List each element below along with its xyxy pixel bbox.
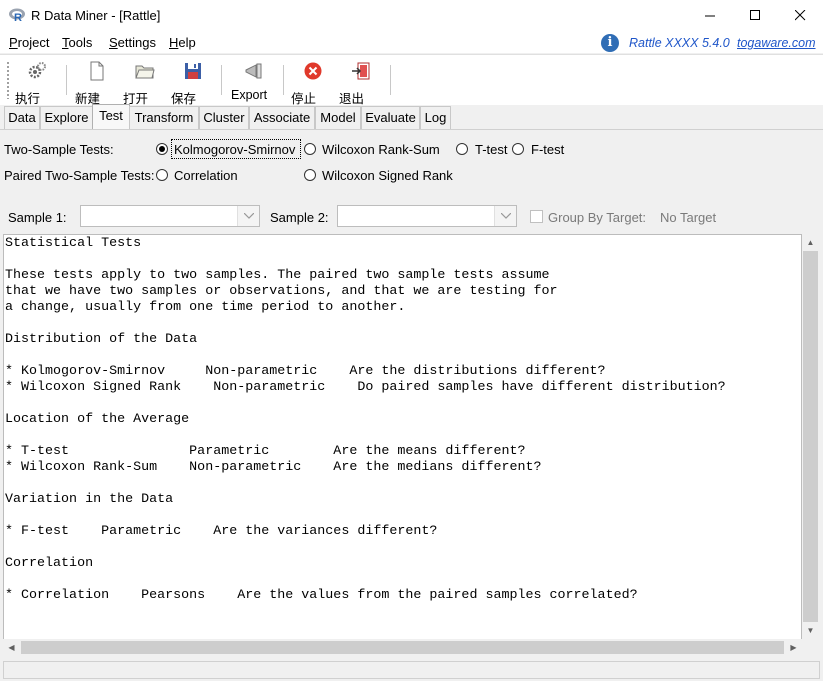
r-logo-icon: R [9, 8, 25, 23]
toolbar-separator [66, 65, 67, 95]
output-textview[interactable]: Statistical Tests These tests apply to tw… [3, 234, 802, 656]
stop-button[interactable]: 停止 [291, 60, 335, 106]
wilcoxon-signed-rank-label[interactable]: Wilcoxon Signed Rank [322, 168, 453, 183]
new-button[interactable]: 新建 [75, 60, 119, 106]
wilcoxon-rank-sum-label[interactable]: Wilcoxon Rank-Sum [322, 142, 440, 157]
toolbar-separator [221, 65, 222, 95]
maximize-icon [750, 10, 760, 20]
target-value: No Target [660, 210, 717, 225]
radio-t-test[interactable] [456, 143, 468, 155]
stop-icon [304, 62, 322, 80]
sample1-label: Sample 1: [8, 210, 67, 225]
output-line: * Correlation Pearsons Are the values fr… [5, 588, 638, 603]
output-line: * Kolmogorov-Smirnov Non-parametric Are … [5, 364, 606, 379]
rattle-version: Rattle XXXX 5.4.0 [629, 36, 730, 50]
output-line: * T-test Parametric Are the means differ… [5, 444, 526, 459]
tab-associate[interactable]: Associate [249, 106, 315, 129]
tab-model[interactable]: Model [315, 106, 361, 129]
tab-test[interactable]: Test [92, 104, 130, 130]
panel-border [0, 129, 823, 130]
quit-button[interactable]: 退出 [339, 60, 383, 106]
tab-bar: Data Explore Test Transform Cluster Asso… [0, 104, 823, 130]
tab-cluster[interactable]: Cluster [199, 106, 249, 129]
vertical-scroll-thumb[interactable] [803, 251, 818, 622]
sample1-dropdown-arrow[interactable] [237, 206, 259, 226]
tab-transform[interactable]: Transform [129, 106, 199, 129]
output-line: Location of the Average [5, 412, 190, 427]
folder-icon [135, 65, 155, 79]
scroll-down-icon[interactable]: ▼ [802, 622, 819, 639]
quit-icon [352, 62, 370, 80]
close-icon [795, 10, 806, 21]
radio-wilcoxon-signed-rank[interactable] [304, 169, 316, 181]
output-line: a change, usually from one time period t… [5, 300, 406, 315]
status-bar [3, 661, 820, 679]
output-line: * F-test Parametric Are the variances di… [5, 524, 438, 539]
horizontal-scroll-thumb[interactable] [21, 641, 784, 654]
export-label: Export [231, 88, 268, 102]
output-line: Statistical Tests [5, 236, 142, 251]
output-line: that we have two samples or observations… [5, 284, 558, 299]
menu-tools[interactable]: Tools [62, 35, 92, 50]
floppy-disk-icon [185, 63, 201, 79]
open-button[interactable]: 打开 [123, 60, 167, 106]
sample1-combo[interactable] [80, 205, 260, 227]
sample2-label: Sample 2: [270, 210, 329, 225]
toolbar: 执行 新建 打开 保存 Export 停止 退出 [0, 54, 823, 106]
correlation-label[interactable]: Correlation [174, 168, 238, 183]
kolmogorov-smirnov-label[interactable]: Kolmogorov-Smirnov [174, 142, 295, 157]
group-by-target-label: Group By Target: [548, 210, 647, 225]
window-title: R Data Miner - [Rattle] [31, 8, 161, 23]
sample2-combo[interactable] [337, 205, 517, 227]
maximize-button[interactable] [733, 0, 778, 31]
svg-text:R: R [14, 12, 22, 23]
output-line: Variation in the Data [5, 492, 174, 507]
t-test-label[interactable]: T-test [475, 142, 508, 157]
chevron-down-icon [500, 213, 511, 219]
info-icon[interactable]: i [601, 34, 619, 52]
scroll-right-icon[interactable]: ▶ [785, 639, 802, 656]
f-test-label[interactable]: F-test [531, 142, 564, 157]
radio-correlation[interactable] [156, 169, 168, 181]
export-icon [245, 63, 262, 79]
tab-log[interactable]: Log [420, 106, 451, 129]
chevron-down-icon [243, 213, 254, 219]
output-line: * Wilcoxon Signed Rank Non-parametric Do… [5, 380, 726, 395]
output-line: These tests apply to two samples. The pa… [5, 268, 550, 283]
togaware-link[interactable]: togaware.com [737, 36, 816, 50]
minimize-icon [705, 15, 715, 17]
menu-settings[interactable]: Settings [109, 35, 156, 50]
tab-evaluate[interactable]: Evaluate [361, 106, 420, 129]
tab-data[interactable]: Data [4, 106, 40, 129]
title-bar: R R Data Miner - [Rattle] [0, 0, 823, 31]
group-by-target-checkbox[interactable] [530, 210, 543, 223]
toolbar-separator [390, 65, 391, 95]
output-line: Distribution of the Data [5, 332, 198, 347]
menu-project[interactable]: Project [9, 35, 49, 50]
toolbar-separator [283, 65, 284, 95]
save-button[interactable]: 保存 [171, 60, 215, 106]
paired-tests-label: Paired Two-Sample Tests: [4, 168, 155, 183]
output-line: Correlation [5, 556, 94, 571]
execute-button[interactable]: 执行 [15, 60, 59, 106]
output-line: * Wilcoxon Rank-Sum Non-parametric Are t… [5, 460, 542, 475]
scroll-up-icon[interactable]: ▲ [802, 234, 819, 251]
gears-icon [28, 62, 46, 79]
tab-explore[interactable]: Explore [40, 106, 93, 129]
close-button[interactable] [778, 0, 823, 31]
scroll-left-icon[interactable]: ◀ [3, 639, 20, 656]
export-button[interactable]: Export [231, 60, 277, 102]
sample2-dropdown-arrow[interactable] [494, 206, 516, 226]
menu-help[interactable]: Help [169, 35, 196, 50]
minimize-button[interactable] [688, 0, 733, 31]
radio-kolmogorov-smirnov[interactable] [156, 143, 168, 155]
new-document-icon [90, 61, 104, 81]
radio-wilcoxon-rank-sum[interactable] [304, 143, 316, 155]
radio-f-test[interactable] [512, 143, 524, 155]
two-sample-label: Two-Sample Tests: [4, 142, 114, 157]
toolbar-grip [6, 61, 10, 99]
